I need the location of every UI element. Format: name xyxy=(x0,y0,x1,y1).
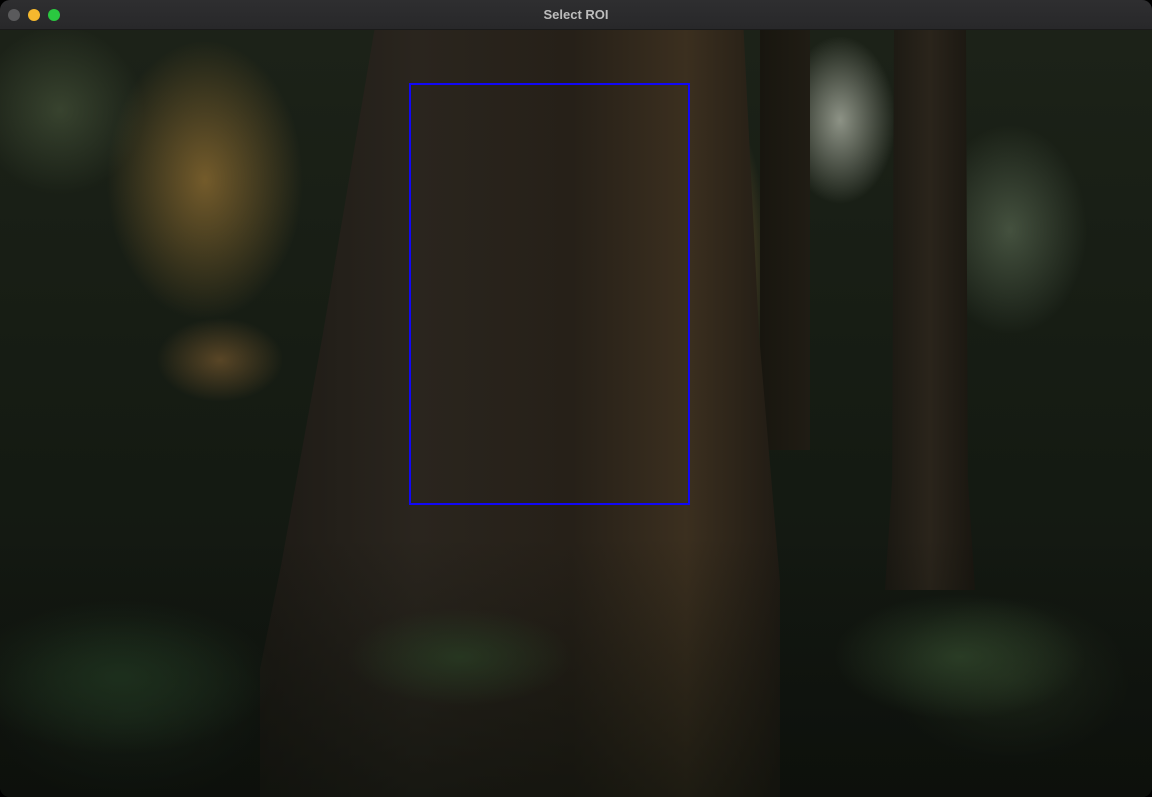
image-canvas[interactable] xyxy=(0,30,1152,797)
roi-window: Select ROI xyxy=(0,0,1152,797)
background-tree-trunk xyxy=(760,30,810,450)
title-bar[interactable]: Select ROI xyxy=(0,0,1152,30)
background-tree-trunk-far xyxy=(885,30,975,590)
foreground-ferns xyxy=(0,537,1152,797)
roi-selection-rectangle[interactable] xyxy=(409,83,690,505)
window-title: Select ROI xyxy=(543,7,609,22)
